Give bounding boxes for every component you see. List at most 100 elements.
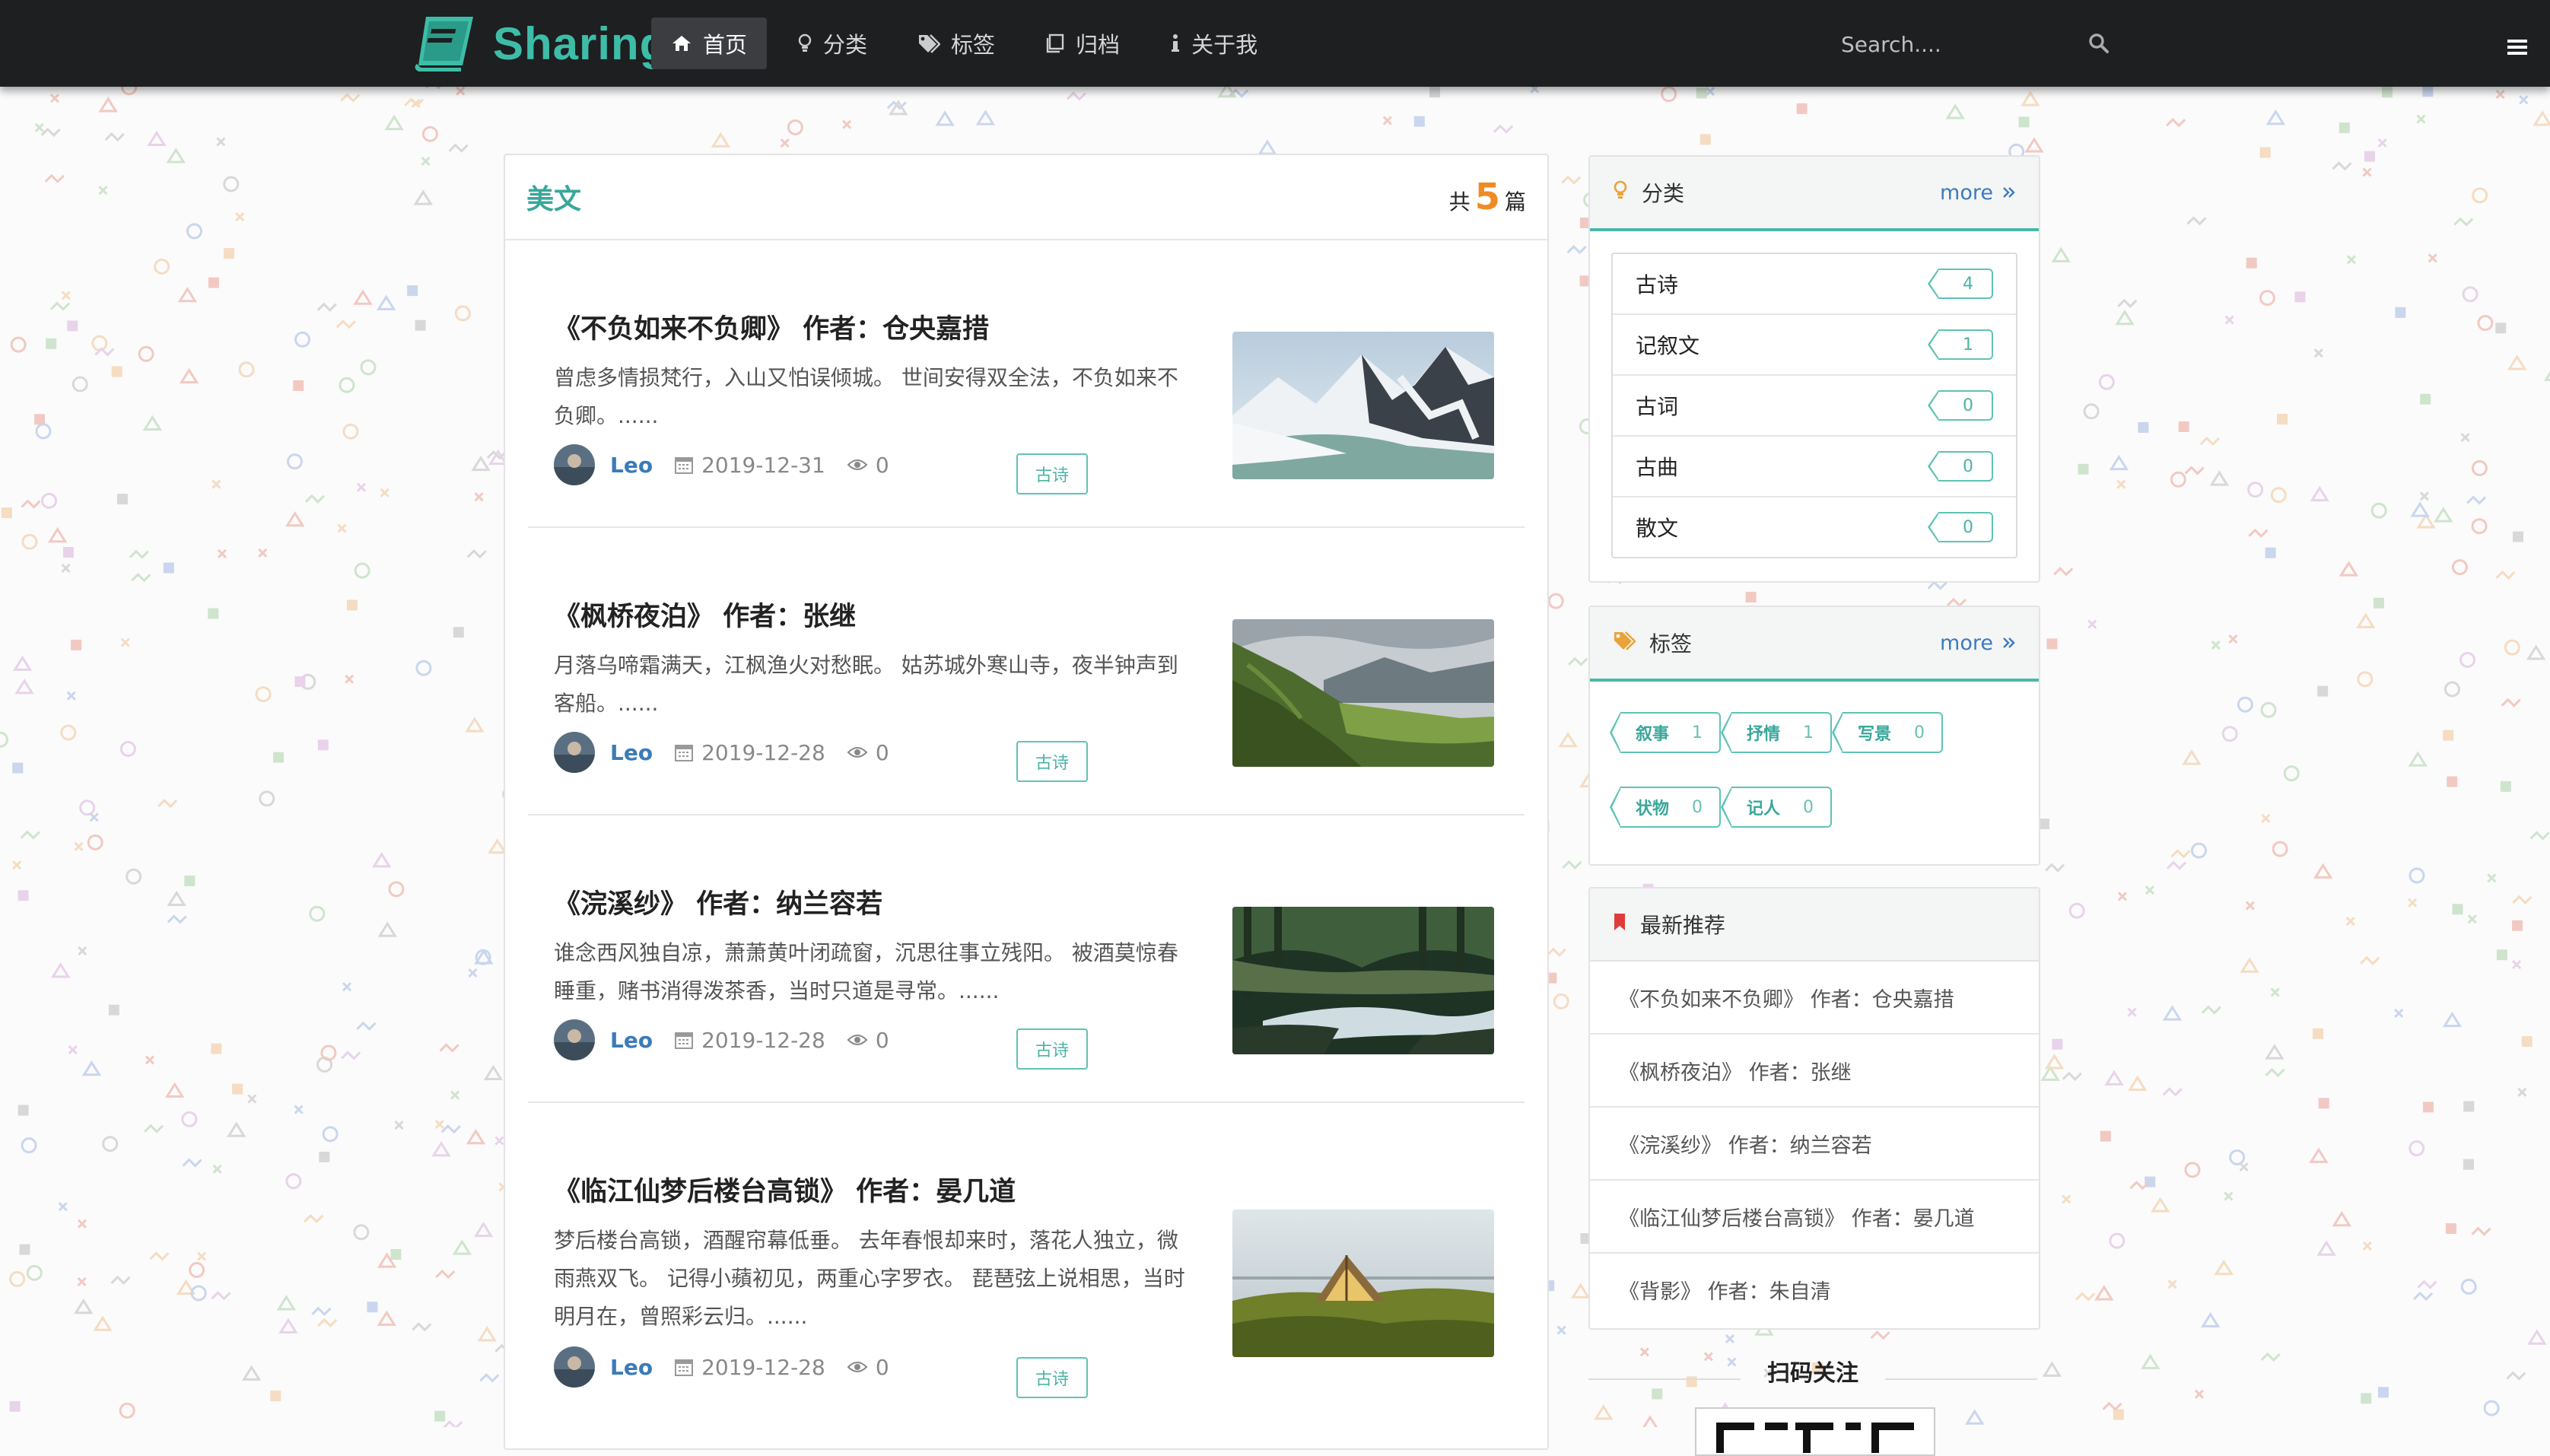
author-link[interactable]: Leo xyxy=(610,453,653,478)
article-title[interactable]: 《枫桥夜泊》 作者：张继 xyxy=(554,595,856,634)
article-thumbnail[interactable] xyxy=(1232,1210,1494,1357)
background-shape xyxy=(473,1221,494,1238)
category-more-link[interactable]: more xyxy=(1940,181,2016,205)
background-shape xyxy=(285,1173,302,1190)
category-name: 记叙文 xyxy=(1636,333,1700,358)
recommend-link[interactable]: 《枫桥夜泊》 作者：张继 xyxy=(1590,1035,2039,1108)
nav-item-category[interactable]: 分类 xyxy=(777,17,887,69)
background-shape xyxy=(2477,315,2494,332)
eye-icon xyxy=(847,745,868,760)
background-shape xyxy=(1705,87,1715,97)
author-link[interactable]: Leo xyxy=(610,740,653,765)
author-link[interactable]: Leo xyxy=(610,1355,653,1380)
category-item[interactable]: 古曲 0 xyxy=(1613,437,2016,498)
background-shape xyxy=(166,148,186,164)
background-shape xyxy=(1642,1415,1658,1427)
background-shape xyxy=(223,176,240,192)
background-shape xyxy=(91,335,108,351)
category-item[interactable]: 古诗 4 xyxy=(1613,254,2016,315)
background-shape xyxy=(163,562,174,574)
recommend-link[interactable]: 《浣溪纱》 作者：纳兰容若 xyxy=(1590,1108,2039,1181)
background-shape xyxy=(309,905,326,922)
tag-chip[interactable]: 抒情 1 xyxy=(1721,712,1833,753)
background-shape xyxy=(211,1291,231,1301)
article-tag[interactable]: 古诗 xyxy=(1016,1028,1088,1070)
background-shape xyxy=(2394,1008,2404,1019)
tag-more-link[interactable]: more xyxy=(1940,631,2016,655)
background-shape xyxy=(164,1082,185,1098)
background-shape xyxy=(62,547,74,558)
author-link[interactable]: Leo xyxy=(610,1028,653,1053)
article-tag[interactable]: 古诗 xyxy=(1016,453,1088,494)
search-input[interactable] xyxy=(1841,31,2069,57)
background-shape xyxy=(2357,671,2374,688)
background-shape xyxy=(488,838,507,854)
tag-chip[interactable]: 叙事 1 xyxy=(1609,712,1722,753)
search-icon[interactable] xyxy=(2087,32,2110,58)
background-shape xyxy=(9,1270,26,1287)
archive-icon xyxy=(1045,33,1065,53)
article-title[interactable]: 《浣溪纱》 作者：纳兰容若 xyxy=(554,882,882,921)
recommend-link[interactable]: 《不负如来不负卿》 作者：仓央嘉措 xyxy=(1590,962,2039,1035)
category-item[interactable]: 散文 0 xyxy=(1613,498,2016,557)
widget-title: 标签 xyxy=(1649,631,1693,656)
background-shape xyxy=(377,921,398,937)
background-shape xyxy=(2170,849,2191,859)
background-shape xyxy=(2466,495,2487,505)
background-shape xyxy=(2240,957,2259,973)
tag-chip[interactable]: 写景 0 xyxy=(1832,712,1944,753)
nav-item-home[interactable]: 首页 xyxy=(651,17,768,69)
article-thumbnail[interactable] xyxy=(1232,907,1494,1054)
background-shape xyxy=(2044,1054,2065,1070)
background-shape xyxy=(2053,567,2074,577)
tag-chip[interactable]: 状物 0 xyxy=(1609,787,1722,828)
background-shape xyxy=(2434,507,2453,523)
article-title[interactable]: 《临江仙梦后楼台高锁》 作者：晏几道 xyxy=(554,1170,1016,1209)
background-shape xyxy=(2224,1191,2234,1201)
background-shape xyxy=(2408,898,2418,908)
background-shape xyxy=(421,156,431,166)
recommend-link[interactable]: 《临江仙梦后楼台高锁》 作者：晏几道 xyxy=(1590,1181,2039,1254)
background-shape xyxy=(2362,1241,2372,1251)
background-shape xyxy=(58,1202,68,1212)
tag-chip[interactable]: 记人 0 xyxy=(1721,787,1833,828)
background-shape xyxy=(2186,216,2207,226)
background-shape xyxy=(1066,91,1086,101)
background-shape xyxy=(17,1105,29,1116)
background-shape xyxy=(2361,1393,2372,1404)
background-shape xyxy=(44,173,65,183)
hamburger-menu-icon[interactable] xyxy=(2507,38,2527,59)
nav-item-tags[interactable]: 标签 xyxy=(898,17,1015,69)
background-shape xyxy=(434,1119,444,1130)
article-tag[interactable]: 古诗 xyxy=(1016,1357,1088,1398)
calendar-icon xyxy=(674,742,694,762)
category-item[interactable]: 记叙文 1 xyxy=(1613,315,2016,376)
article-thumbnail[interactable] xyxy=(1232,332,1494,479)
article-title[interactable]: 《不负如来不负卿》 作者：仓央嘉措 xyxy=(554,307,989,346)
category-item[interactable]: 古词 0 xyxy=(1613,376,2016,437)
tag-count: 1 xyxy=(1692,723,1703,742)
article-thumbnail[interactable] xyxy=(1232,619,1494,767)
background-shape xyxy=(2260,1352,2281,1362)
avatar[interactable] xyxy=(554,1019,595,1060)
recommend-link[interactable]: 《背影》 作者：朱自清 xyxy=(1590,1254,2039,1325)
article-tag[interactable]: 古诗 xyxy=(1016,741,1088,782)
avatar[interactable] xyxy=(554,444,595,485)
background-shape xyxy=(2214,1259,2234,1276)
category-count-badge: 0 xyxy=(1928,451,1993,482)
background-shape xyxy=(2463,1101,2475,1112)
nav-item-about[interactable]: 关于我 xyxy=(1150,17,1277,69)
background-shape xyxy=(147,130,167,147)
background-shape xyxy=(2409,1140,2425,1157)
background-shape xyxy=(12,860,22,870)
avatar[interactable] xyxy=(554,1346,595,1388)
brand[interactable]: Sharing xyxy=(412,0,668,87)
background-shape xyxy=(138,345,154,362)
background-shape xyxy=(270,1390,281,1401)
nav-item-archive[interactable]: 归档 xyxy=(1025,17,1140,69)
avatar[interactable] xyxy=(554,732,595,773)
article-item: 《浣溪纱》 作者：纳兰容若 谁念西风独自凉，萧萧黄叶闭疏窗，沉思往事立残阳。 被… xyxy=(528,815,1525,1103)
background-shape xyxy=(273,752,285,763)
double-chevron-right-icon xyxy=(2002,631,2016,655)
tag-count: 1 xyxy=(1803,723,1814,742)
